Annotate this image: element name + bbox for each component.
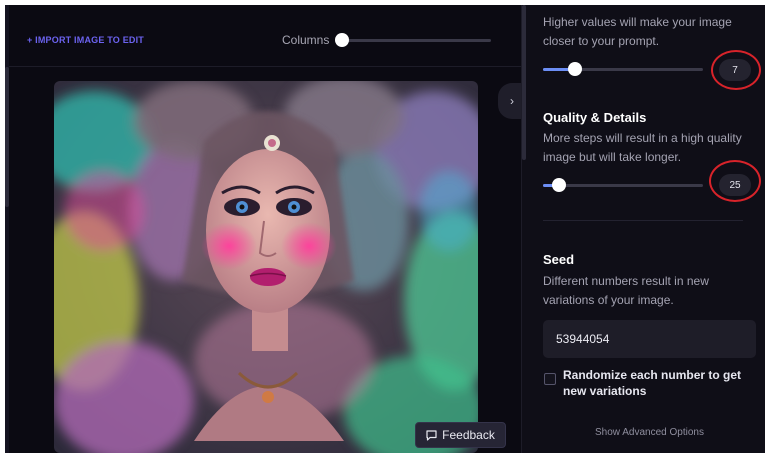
settings-scrollbar[interactable] — [522, 5, 526, 160]
feedback-button[interactable]: Feedback — [415, 422, 506, 448]
columns-label: Columns — [282, 33, 330, 47]
quality-slider-track[interactable] — [543, 184, 703, 187]
guidance-slider-track[interactable] — [543, 68, 703, 71]
quality-slider-thumb[interactable] — [552, 178, 566, 192]
columns-slider-track[interactable] — [341, 39, 491, 42]
randomize-checkbox[interactable] — [544, 373, 556, 385]
seed-input[interactable] — [543, 320, 756, 358]
import-image-link[interactable]: + IMPORT IMAGE TO EDIT — [27, 35, 144, 45]
columns-slider-thumb[interactable] — [335, 33, 349, 47]
feedback-label: Feedback — [442, 428, 495, 442]
quality-description: More steps will result in a high quality… — [543, 131, 742, 164]
seed-title: Seed — [543, 252, 575, 267]
chat-bubble-icon — [426, 429, 437, 441]
guidance-description: Higher values will make your image close… — [543, 15, 732, 48]
quality-highlight-ring — [709, 160, 761, 202]
generated-image[interactable] — [54, 81, 478, 453]
canvas-scrollbar[interactable] — [5, 5, 9, 453]
randomize-label[interactable]: Randomize each number to get new variati… — [563, 367, 753, 399]
quality-title: Quality & Details — [543, 110, 647, 125]
canvas-toolbar: + IMPORT IMAGE TO EDIT Columns — [9, 5, 521, 67]
settings-panel: Higher values will make your image close… — [521, 5, 765, 453]
guidance-highlight-ring — [711, 50, 761, 90]
chevron-right-icon: › — [510, 94, 514, 108]
canvas-panel: + IMPORT IMAGE TO EDIT Columns › Feedbac… — [5, 5, 526, 453]
canvas-scrollbar-thumb[interactable] — [5, 67, 9, 207]
guidance-slider-thumb[interactable] — [568, 62, 582, 76]
section-divider — [543, 220, 743, 221]
app-frame: + IMPORT IMAGE TO EDIT Columns › Feedbac… — [5, 5, 765, 453]
show-advanced-options-link[interactable]: Show Advanced Options — [543, 427, 756, 438]
seed-description: Different numbers result in new variatio… — [543, 274, 709, 307]
